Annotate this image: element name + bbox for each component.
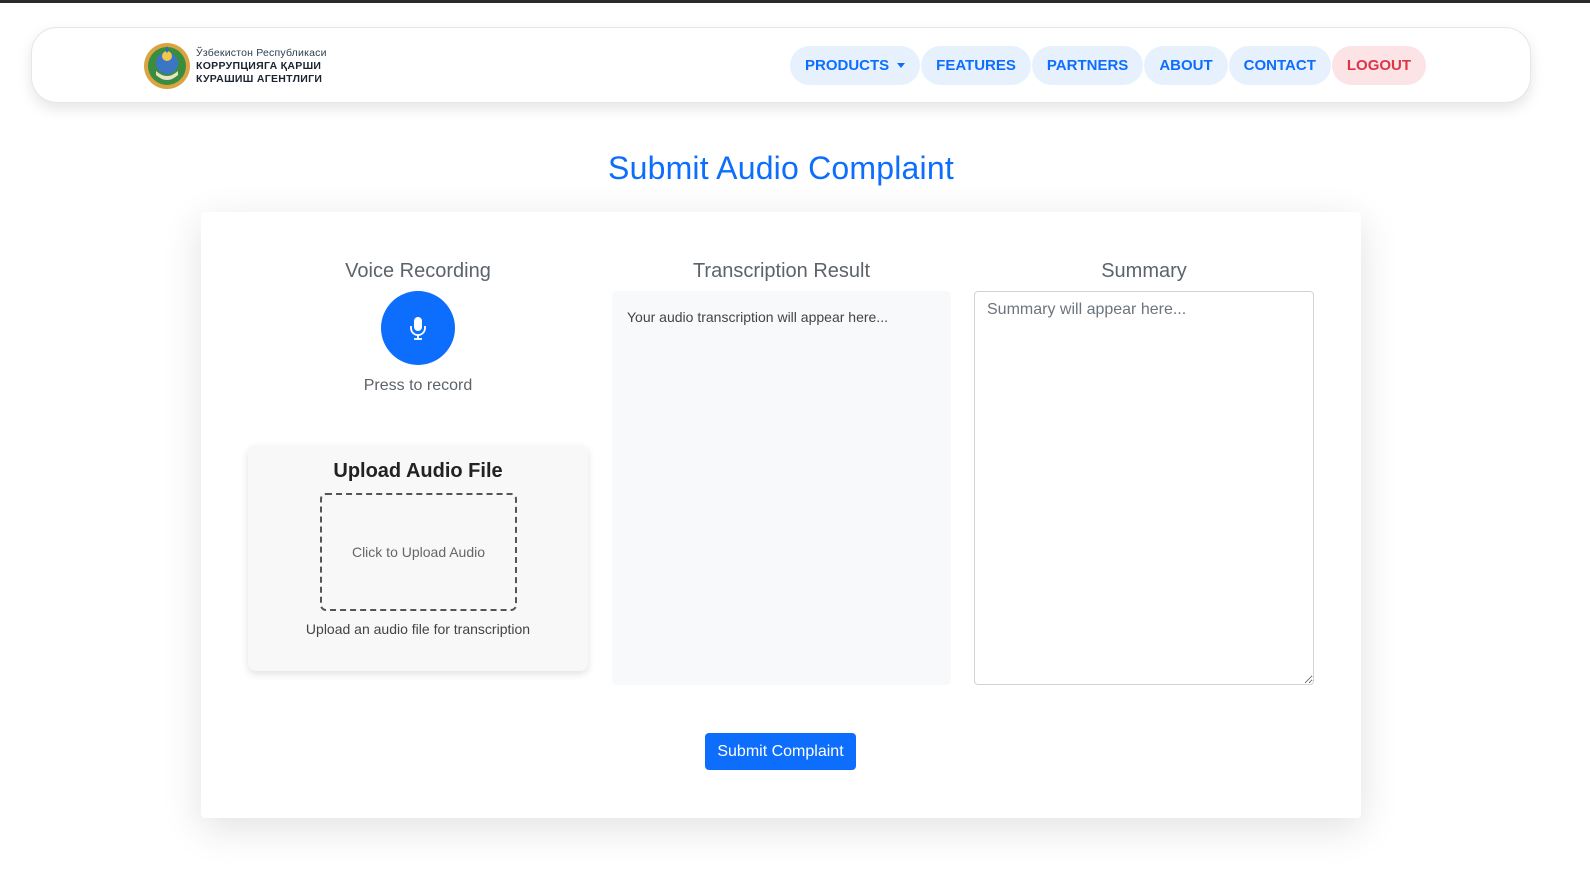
voice-recording-title: Voice Recording (345, 260, 491, 282)
nav-partners-label: PARTNERS (1046, 57, 1129, 74)
complaint-card: Voice Recording Press to record Upload A… (201, 212, 1361, 818)
upload-hint: Upload an audio file for transcription (305, 621, 531, 637)
upload-title: Upload Audio File (333, 460, 503, 482)
summary-title: Summary (1101, 260, 1187, 282)
brand-line-country: Ўзбекистон Республикаси (196, 46, 327, 59)
chevron-down-icon (897, 63, 906, 68)
nav-about-label: ABOUT (1159, 57, 1213, 74)
brand-logo[interactable]: Ўзбекистон Республикаси КОРРУПЦИЯГА ҚАРШ… (142, 41, 327, 91)
main-nav: PRODUCTS FEATURES PARTNERS ABOUT CONTACT… (790, 46, 1427, 85)
nav-logout-label: LOGOUT (1346, 57, 1412, 74)
navbar: Ўзбекистон Республикаси КОРРУПЦИЯГА ҚАРШ… (31, 27, 1531, 103)
nav-features[interactable]: FEATURES (921, 46, 1031, 85)
state-emblem-icon (144, 43, 190, 89)
transcription-result: Your audio transcription will appear her… (612, 291, 951, 685)
upload-card: Upload Audio File Click to Upload Audio … (248, 445, 588, 671)
nav-products[interactable]: PRODUCTS (790, 46, 921, 85)
brand-line-agency-1: КОРРУПЦИЯГА ҚАРШИ (196, 59, 322, 72)
microphone-icon (410, 317, 426, 340)
nav-contact-label: CONTACT (1243, 57, 1316, 74)
transcription-title: Transcription Result (692, 260, 871, 282)
submit-complaint-button[interactable]: Submit Complaint (705, 733, 856, 770)
transcription-placeholder: Your audio transcription will appear her… (627, 309, 888, 325)
press-to-record-label: Press to record (363, 377, 473, 394)
page-title: Submit Audio Complaint (608, 150, 954, 186)
summary-textarea[interactable] (974, 291, 1314, 685)
record-button[interactable] (381, 291, 455, 365)
top-border (0, 0, 1590, 3)
brand-line-agency-2: КУРАШИШ АГЕНТЛИГИ (196, 72, 323, 85)
nav-partners[interactable]: PARTNERS (1031, 46, 1144, 85)
nav-products-label: PRODUCTS (805, 57, 890, 74)
upload-dropzone[interactable]: Click to Upload Audio (320, 493, 517, 611)
nav-about[interactable]: ABOUT (1144, 46, 1228, 85)
nav-contact[interactable]: CONTACT (1228, 46, 1331, 85)
nav-features-label: FEATURES (936, 57, 1016, 74)
nav-logout[interactable]: LOGOUT (1331, 46, 1427, 85)
upload-dropzone-label: Click to Upload Audio (351, 544, 486, 560)
